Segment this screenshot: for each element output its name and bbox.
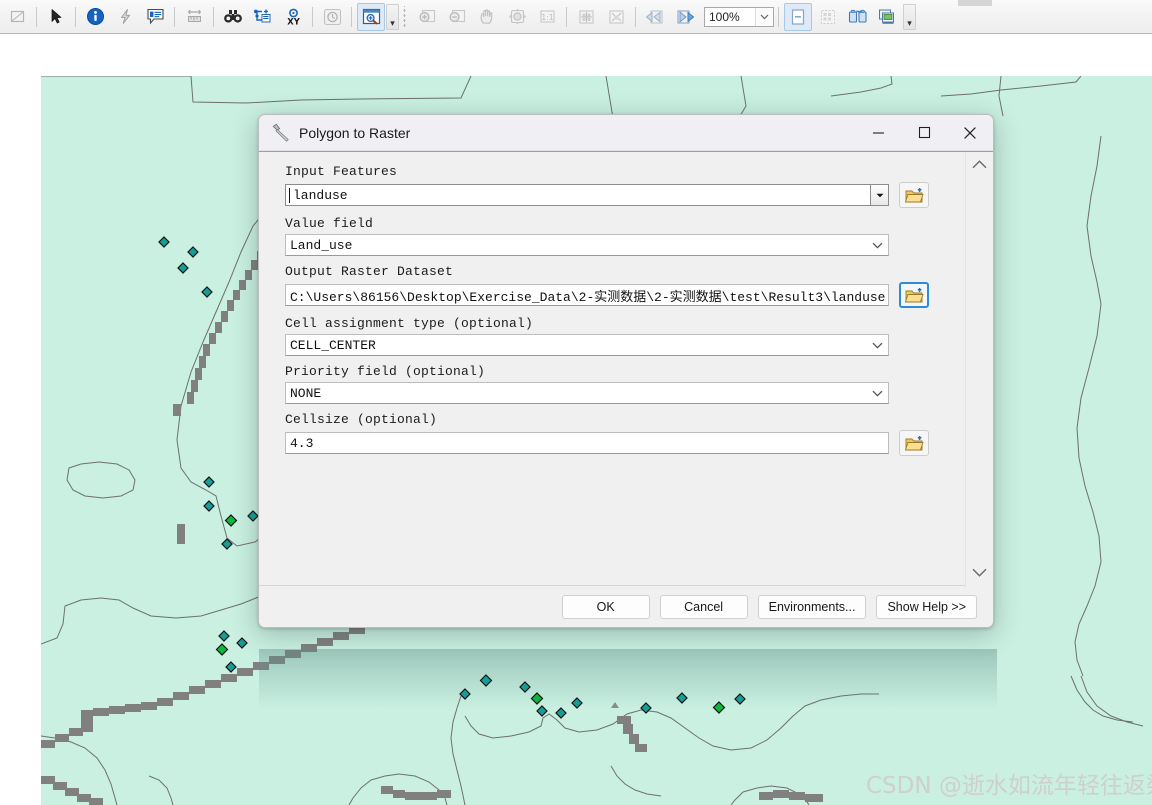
field-value-field: Value field Land_use [285,216,929,256]
chevron-down-icon[interactable] [866,383,888,403]
polygon-to-raster-dialog[interactable]: Polygon to Raster Input Features landuse… [258,114,994,628]
toolbar-separator [778,6,779,27]
arcmap-window: XY ▾ 1:1 100% ▾ Polygon to Raster Input … [0,0,1152,805]
fixed-zoom-1to1-icon-button[interactable]: 1:1 [533,3,561,31]
map-series-icon-button[interactable] [874,3,902,31]
toolbar-separator [635,6,636,27]
browse-input-features-button[interactable] [899,182,929,208]
open-folder-icon [904,187,924,202]
cell-assignment-type-value: CELL_CENTER [290,337,376,353]
dialog-scrollbar[interactable] [965,152,993,587]
priority-field-value: NONE [290,385,322,401]
chevron-down-icon[interactable] [755,7,773,26]
cell-assignment-type-dropdown[interactable]: CELL_CENTER [285,334,889,356]
field-label: Value field [285,216,374,231]
field-priority-field: Priority field (optional) NONE [285,364,929,404]
dialog-body: Input Features landuse Value field Land_… [259,151,993,587]
field-input-features: Input Features landuse [285,164,929,208]
field-label: Cellsize (optional) [285,412,438,427]
show-help-button[interactable]: Show Help >> [876,595,977,619]
map-scale-combobox[interactable]: 100% [704,6,774,27]
value-field-value: Land_use [290,237,353,253]
cancel-button[interactable]: Cancel [659,595,748,619]
zoom-in-icon-button[interactable] [413,3,441,31]
zoom-in-fixed-icon-button[interactable] [572,3,600,31]
time-slider-icon-button[interactable] [318,3,346,31]
dialog-title: Polygon to Raster [299,124,411,141]
parameter-list: Input Features landuse Value field Land_… [259,164,929,456]
svg-text:1:1: 1:1 [541,12,553,21]
chevron-down-icon[interactable] [972,568,987,577]
dialog-titlebar[interactable]: Polygon to Raster [259,115,993,151]
field-label: Priority field (optional) [285,364,486,379]
cellsize-input[interactable]: 4.3 [285,432,889,454]
close-icon[interactable] [947,115,993,150]
open-folder-icon [904,287,924,302]
toolbar-separator [312,6,313,27]
minimize-icon[interactable] [855,115,901,150]
output-raster-dataset-input[interactable]: C:\Users\86156\Desktop\Exercise_Data\2-实… [285,284,889,306]
maximize-icon[interactable] [901,115,947,150]
create-viewer-window-icon-button[interactable] [357,2,385,31]
toolbar-separator [75,6,76,27]
go-to-xy-icon-button[interactable]: XY [279,3,307,31]
output-raster-dataset-value: C:\Users\86156\Desktop\Exercise_Data\2-实… [290,289,886,305]
browse-output-raster-button[interactable] [899,282,929,308]
zoom-out-fixed-icon-button[interactable] [602,3,630,31]
go-back-extent-icon-button[interactable] [641,3,669,31]
dialog-footer: OK Cancel Environments... Show Help >> [259,586,993,627]
chevron-down-icon[interactable] [866,335,888,355]
identify-info-icon-button[interactable] [81,3,109,31]
pan-hand-icon-button[interactable] [473,3,501,31]
priority-field-dropdown[interactable]: NONE [285,382,889,404]
copy-paste-icon-button[interactable] [844,3,872,31]
field-output-raster-dataset: Output Raster Dataset C:\Users\86156\Des… [285,264,929,308]
hammer-tool-icon [272,123,289,142]
chevron-down-icon[interactable] [866,235,888,255]
find-route-icon-button[interactable] [249,3,277,31]
cellsize-value: 4.3 [290,435,314,451]
field-cellsize: Cellsize (optional) 4.3 [285,412,929,456]
value-field-dropdown[interactable]: Land_use [285,234,889,256]
input-features-value: landuse [293,187,348,203]
toolbar-separator [36,6,37,27]
top-edge-chip [958,0,992,6]
field-label: Input Features [285,164,398,179]
zoom-out-icon-button[interactable] [443,3,471,31]
toolbar-overflow-button-2[interactable]: ▾ [903,3,916,30]
field-label: Cell assignment type (optional) [285,316,534,331]
page-grid-icon-button[interactable] [814,3,842,31]
toolbar-overflow-button[interactable]: ▾ [386,3,399,30]
text-caret [289,188,290,203]
open-folder-icon [904,435,924,450]
new-page-icon-button[interactable] [784,2,812,31]
select-arrow-icon-button[interactable] [42,3,70,31]
svg-text:XY: XY [287,16,300,26]
input-features-combobox[interactable]: landuse [285,184,889,206]
extent-rectangle-icon-button[interactable] [3,3,31,31]
chevron-down-icon[interactable] [870,185,888,205]
chevron-up-icon[interactable] [972,160,987,169]
measure-icon-button[interactable] [180,3,208,31]
environments-button[interactable]: Environments... [757,595,867,619]
toolbar-grip-handle[interactable] [402,5,409,28]
field-cell-assignment-type: Cell assignment type (optional) CELL_CEN… [285,316,929,356]
ok-button[interactable]: OK [561,595,650,619]
go-next-extent-icon-button[interactable] [671,3,699,31]
html-popup-icon-button[interactable] [141,3,169,31]
full-extent-globe-icon-button[interactable] [503,3,531,31]
hyperlink-lightning-icon-button[interactable] [111,3,139,31]
toolbar-separator [566,6,567,27]
field-label: Output Raster Dataset [285,264,454,279]
toolbar-separator [351,6,352,27]
toolbar-separator [213,6,214,27]
browse-cellsize-button[interactable] [899,430,929,456]
toolbar-separator [174,6,175,27]
find-binoculars-icon-button[interactable] [219,3,247,31]
map-scale-value: 100% [709,9,740,24]
